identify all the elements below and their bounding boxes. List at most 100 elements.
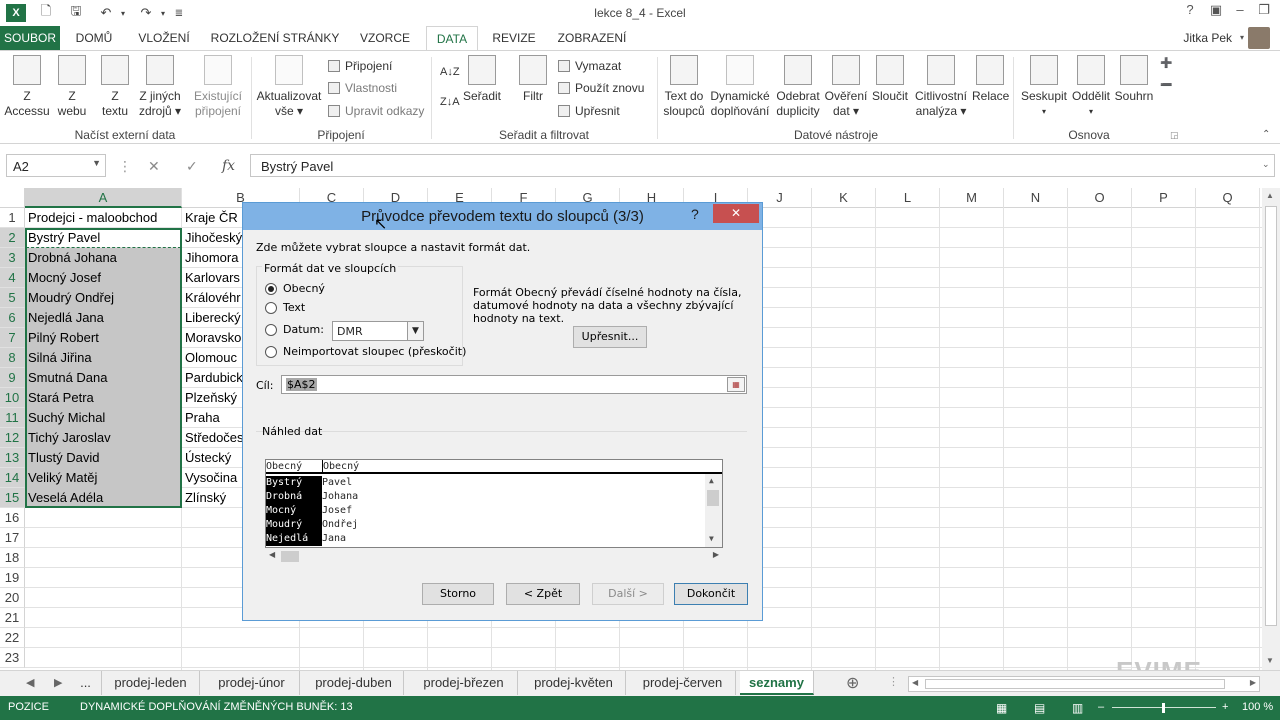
from-text-button[interactable]: Z textu (96, 55, 134, 119)
sheet-tab[interactable]: prodej-duben (304, 671, 404, 695)
row-header[interactable]: 16 (0, 508, 25, 528)
row-header[interactable]: 18 (0, 548, 25, 568)
filter-button[interactable]: Filtr (514, 55, 552, 104)
finish-button[interactable]: Dokončit (674, 583, 748, 605)
cell-b3[interactable]: Jihomora (182, 248, 244, 268)
vertical-scrollbar[interactable]: ▲ ▼ (1262, 188, 1280, 670)
vertical-scroll-thumb[interactable] (1265, 206, 1277, 626)
hide-detail-icon[interactable]: ➖ (1160, 77, 1172, 95)
relationships-button[interactable]: Relace (972, 55, 1009, 104)
insert-function-icon[interactable]: fx (222, 158, 235, 174)
sort-button[interactable]: Seřadit (460, 55, 504, 104)
existing-connections-button[interactable]: Existující připojení (190, 55, 246, 119)
expand-formula-icon[interactable]: ⌄ (1262, 159, 1270, 170)
dialog-help-button[interactable]: ? (691, 206, 699, 222)
data-validation-button[interactable]: Ověření dat ▾ (824, 55, 868, 119)
row-header[interactable]: 12 (0, 428, 25, 448)
preview-cell[interactable]: Josef (322, 504, 702, 518)
sheet-tab[interactable]: prodej-březen (410, 671, 518, 695)
cell-b5[interactable]: Královéhr (182, 288, 244, 308)
horizontal-scroll-thumb[interactable] (925, 679, 1225, 689)
cell-b4[interactable]: Karlovars (182, 268, 244, 288)
radio-general[interactable] (265, 283, 277, 295)
column-header-o[interactable]: O (1068, 188, 1132, 208)
scroll-down-icon[interactable]: ▼ (1266, 656, 1274, 665)
radio-skip[interactable] (265, 346, 277, 358)
preview-column-header[interactable]: Obecný (322, 460, 722, 474)
show-detail-icon[interactable]: ➕ (1160, 55, 1172, 73)
select-all-corner[interactable] (0, 188, 25, 208)
cell-b11[interactable]: Praha (182, 408, 244, 428)
subtotal-button[interactable]: Souhrn (1112, 55, 1156, 104)
zoom-slider-thumb[interactable] (1162, 703, 1165, 713)
row-header[interactable]: 4 (0, 268, 25, 288)
row-header[interactable]: 22 (0, 628, 25, 648)
user-dropdown-icon[interactable]: ▾ (1240, 33, 1244, 42)
from-web-button[interactable]: Z webu (52, 55, 92, 119)
name-box[interactable]: A2 ▼ (6, 154, 106, 177)
preview-cell[interactable]: Drobná (266, 490, 322, 504)
restore-icon[interactable]: ❐ (1252, 2, 1276, 22)
row-header[interactable]: 21 (0, 608, 25, 628)
scroll-left-icon[interactable]: ◀ (912, 678, 918, 687)
cell-b7[interactable]: Moravsko (182, 328, 244, 348)
sheet-tab[interactable]: prodej-leden (102, 671, 200, 695)
radio-skip-label[interactable]: Neimportovat sloupec (přeskočit) (283, 345, 466, 358)
destination-input[interactable]: $A$2 ▦ (281, 375, 747, 394)
cell-b15[interactable]: Zlínský (182, 488, 244, 508)
row-header[interactable]: 8 (0, 348, 25, 368)
dialog-title-bar[interactable]: Průvodce převodem textu do sloupců (3/3)… (243, 203, 762, 230)
column-header-q[interactable]: Q (1196, 188, 1260, 208)
clear-filter-button[interactable]: Vymazat (558, 57, 621, 75)
page-layout-view-icon[interactable]: ▤ (1034, 701, 1045, 715)
zoom-in-icon[interactable]: + (1222, 701, 1228, 713)
normal-view-icon[interactable]: ▦ (996, 701, 1007, 715)
preview-cell[interactable]: Pavel (322, 476, 702, 490)
row-header[interactable]: 11 (0, 408, 25, 428)
enter-icon[interactable]: ✓ (186, 158, 198, 175)
sort-za-icon[interactable]: Z↓A (440, 93, 460, 111)
advanced-filter-button[interactable]: Upřesnit (558, 102, 620, 120)
user-name[interactable]: Jitka Pek (1183, 31, 1232, 45)
cancel-icon[interactable]: ✕ (148, 158, 160, 175)
radio-general-label[interactable]: Obecný (283, 282, 325, 295)
row-header[interactable]: 19 (0, 568, 25, 588)
refresh-all-button[interactable]: Aktualizovat vše ▾ (254, 55, 324, 119)
scroll-up-icon[interactable]: ▲ (709, 476, 714, 485)
split-handle-icon[interactable]: ⋮ (888, 675, 899, 688)
scroll-right-icon[interactable]: ▶ (1250, 678, 1256, 687)
radio-date-label[interactable]: Datum: (283, 323, 324, 336)
preview-scroll-thumb[interactable] (281, 551, 299, 562)
horizontal-scrollbar[interactable]: ◀ ▶ (908, 676, 1260, 692)
scroll-down-icon[interactable]: ▼ (709, 534, 714, 543)
radio-text-label[interactable]: Text (283, 301, 305, 314)
tab-home[interactable]: DOMŮ (66, 26, 122, 50)
row-header[interactable]: 5 (0, 288, 25, 308)
row-header[interactable]: 15 (0, 488, 25, 508)
scroll-up-icon[interactable]: ▲ (1266, 191, 1274, 200)
collapse-ribbon-icon[interactable]: ⌃ (1262, 129, 1270, 140)
scroll-left-icon[interactable]: ◀ (269, 550, 275, 559)
row-header[interactable]: 20 (0, 588, 25, 608)
row-header[interactable]: 2 (0, 228, 25, 248)
name-box-dropdown-icon[interactable]: ▼ (92, 158, 101, 168)
cell-a1[interactable]: Prodejci - maloobchod (25, 208, 182, 228)
row-header[interactable]: 14 (0, 468, 25, 488)
collapse-dialog-icon[interactable]: ▦ (727, 377, 745, 392)
tab-page-layout[interactable]: ROZLOŽENÍ STRÁNKY (208, 26, 342, 50)
row-header[interactable]: 17 (0, 528, 25, 548)
ungroup-button[interactable]: Oddělit ▾ (1068, 55, 1114, 119)
preview-cell[interactable]: Jana (322, 532, 702, 546)
sheet-tab[interactable]: prodej-červen (630, 671, 736, 695)
back-button[interactable]: < Zpět (506, 583, 580, 605)
row-header[interactable]: 10 (0, 388, 25, 408)
cell-b12[interactable]: Středočes (182, 428, 244, 448)
cancel-button[interactable]: Storno (422, 583, 494, 605)
consolidate-button[interactable]: Sloučit (870, 55, 910, 104)
tab-data[interactable]: DATA (426, 26, 478, 51)
row-header[interactable]: 13 (0, 448, 25, 468)
from-access-button[interactable]: Z Accessu (4, 55, 50, 119)
zoom-out-icon[interactable]: – (1098, 701, 1104, 713)
cell-b10[interactable]: Plzeňský (182, 388, 244, 408)
preview-cell[interactable]: Johana (322, 490, 702, 504)
